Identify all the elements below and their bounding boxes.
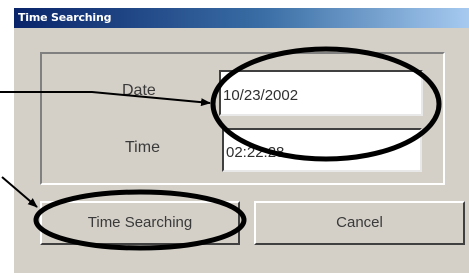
cancel-button[interactable]: Cancel [254,201,465,245]
time-label: Time [125,139,160,156]
window-title: Time Searching [18,11,112,24]
date-field[interactable] [219,70,423,116]
title-bar[interactable]: Time Searching [14,8,469,28]
time-searching-dialog: Time Searching Date Time Time Searching … [12,6,469,273]
time-searching-button[interactable]: Time Searching [40,201,240,245]
date-label: Date [122,82,156,99]
time-field[interactable] [222,128,422,172]
